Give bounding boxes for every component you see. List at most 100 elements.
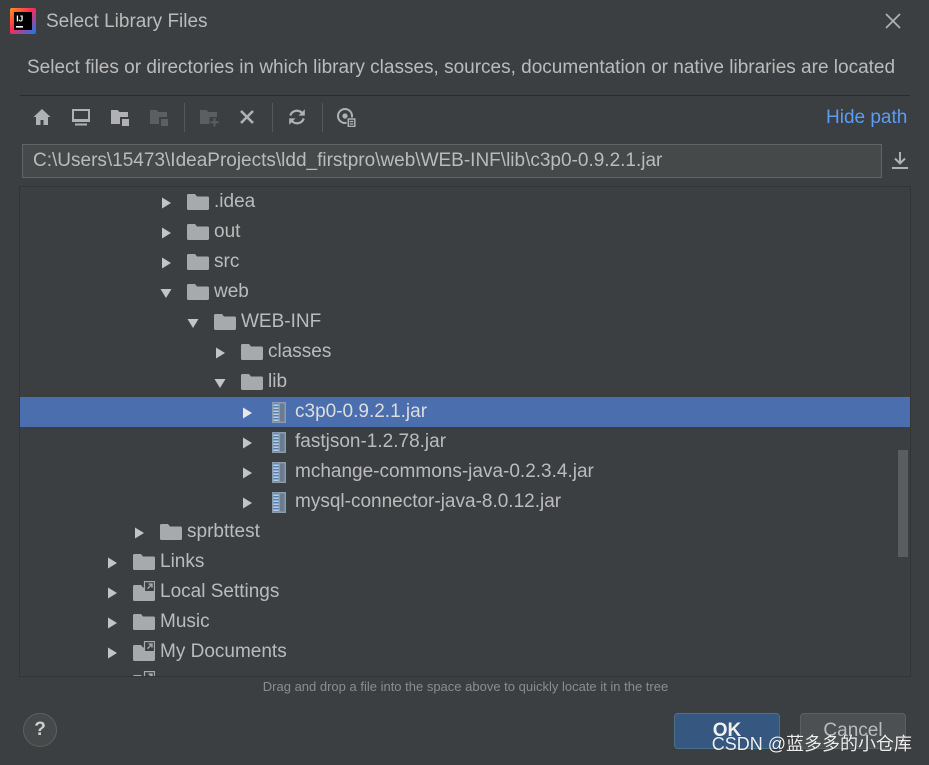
tree-row[interactable]: fastjson-1.2.78.jar: [20, 427, 910, 457]
new-folder-icon: [199, 107, 220, 127]
jar-icon: [268, 461, 290, 483]
collapsed-arrow-icon[interactable]: [241, 466, 253, 479]
tree-row-label: classes: [268, 341, 332, 362]
folder-icon: [133, 551, 155, 573]
folder-link-icon: [133, 641, 156, 663]
title-bar[interactable]: IJ Select Library Files: [0, 0, 929, 44]
tree-row-label: Music: [160, 611, 210, 632]
folder-icon: [241, 371, 263, 393]
tree-row[interactable]: Links: [20, 547, 910, 577]
module-folder-icon: [149, 107, 169, 127]
expanded-arrow-icon[interactable]: [160, 286, 172, 298]
module-folder-button: [146, 104, 172, 130]
drag-drop-hint: Drag and drop a file into the space abov…: [262, 679, 669, 694]
tree-row-label: c3p0-0.9.2.1.jar: [295, 401, 428, 422]
refresh-button[interactable]: [284, 104, 310, 130]
collapsed-arrow-icon[interactable]: [106, 676, 118, 677]
logo-text: IJ: [16, 14, 23, 24]
collapsed-arrow-icon[interactable]: [106, 586, 118, 599]
folder-link-icon: [133, 581, 156, 603]
tree-rows: .idea out src web WEB-INF classes lib c3p0-0.9.…: [20, 187, 910, 677]
folder-icon: [133, 611, 155, 633]
home-button[interactable]: [29, 104, 55, 130]
jar-icon: [268, 431, 290, 453]
toolbar: [0, 100, 929, 136]
desktop-button[interactable]: [68, 104, 94, 130]
tree-row[interactable]: classes: [20, 337, 910, 367]
tree-row-label: Local Settings: [160, 581, 280, 602]
watermark: CSDN @蓝多多的小仓库: [711, 734, 912, 754]
desktop-icon: [71, 107, 91, 127]
toolbar-separator: [322, 103, 323, 132]
delete-button[interactable]: [234, 104, 260, 130]
tree-row-label: mchange-commons-java-0.2.3.4.jar: [295, 461, 594, 482]
tree-row-label: src: [214, 251, 240, 272]
toolbar-separator: [184, 103, 185, 132]
dialog-description: Select files or directories in which lib…: [27, 57, 896, 78]
project-folder-button[interactable]: [107, 104, 133, 130]
tree-row[interactable]: web: [20, 277, 910, 307]
close-icon[interactable]: [885, 13, 901, 29]
toolbar-separator: [272, 103, 273, 132]
tree-row-label: My Documents: [160, 641, 287, 662]
tree-row-label: fastjson-1.2.78.jar: [295, 431, 447, 452]
tree-row-label: mysql-connector-java-8.0.12.jar: [295, 491, 562, 512]
delete-icon: [237, 107, 257, 127]
tree-row[interactable]: out: [20, 217, 910, 247]
jar-icon: [268, 401, 290, 423]
tree-row[interactable]: sprbttest: [20, 517, 910, 547]
download-icon[interactable]: [891, 151, 909, 171]
expanded-arrow-icon[interactable]: [187, 316, 199, 328]
tree-row[interactable]: My Documents: [20, 637, 910, 667]
new-folder-button: [196, 104, 222, 130]
collapsed-arrow-icon[interactable]: [106, 646, 118, 659]
tree-row-selected[interactable]: c3p0-0.9.2.1.jar: [20, 397, 910, 427]
folder-icon: [241, 341, 263, 363]
tree-row-label: web: [214, 281, 249, 302]
folder-icon: [214, 311, 236, 333]
tree-row[interactable]: src: [20, 247, 910, 277]
tree-row[interactable]: WEB-INF: [20, 307, 910, 337]
jar-icon: [268, 491, 290, 513]
tree-row-label: .idea: [214, 191, 256, 212]
collapsed-arrow-icon[interactable]: [214, 346, 226, 359]
tree-row[interactable]: mchange-commons-java-0.2.3.4.jar: [20, 457, 910, 487]
collapsed-arrow-icon[interactable]: [241, 496, 253, 509]
file-tree[interactable]: .idea out src web WEB-INF classes lib c3p0-0.9.…: [19, 186, 911, 677]
collapsed-arrow-icon[interactable]: [241, 436, 253, 449]
divider: [20, 95, 910, 96]
collapsed-arrow-icon[interactable]: [160, 226, 172, 239]
folder-icon: [187, 221, 209, 243]
show-hidden-files-button[interactable]: [333, 104, 359, 130]
path-input[interactable]: [23, 145, 881, 177]
intellij-idea-logo-icon: IJ: [10, 8, 36, 34]
folder-icon: [187, 191, 209, 213]
path-field[interactable]: [22, 144, 882, 178]
help-label: ?: [34, 719, 46, 740]
tree-row[interactable]: Local Settings: [20, 577, 910, 607]
collapsed-arrow-icon[interactable]: [241, 406, 253, 419]
tree-row[interactable]: lib: [20, 367, 910, 397]
refresh-icon: [287, 107, 307, 127]
folder-icon: [187, 281, 209, 303]
project-folder-icon: [110, 107, 130, 127]
collapsed-arrow-icon[interactable]: [160, 256, 172, 269]
tree-row-label: WEB-INF: [241, 311, 322, 332]
dialog-title: Select Library Files: [46, 11, 208, 32]
tree-row[interactable]: mysql-connector-java-8.0.12.jar: [20, 487, 910, 517]
tree-row[interactable]: Music: [20, 607, 910, 637]
tree-row[interactable]: [20, 667, 910, 677]
collapsed-arrow-icon[interactable]: [133, 526, 145, 539]
tree-row[interactable]: .idea: [20, 187, 910, 217]
folder-icon: [187, 251, 209, 273]
expanded-arrow-icon[interactable]: [214, 376, 226, 388]
tree-scrollbar-thumb[interactable]: [898, 450, 908, 557]
help-button[interactable]: ?: [23, 713, 57, 747]
collapsed-arrow-icon[interactable]: [160, 196, 172, 209]
tree-row-label: sprbttest: [187, 521, 260, 542]
hide-path-link[interactable]: Hide path: [826, 106, 907, 130]
folder-link-icon: [133, 671, 156, 676]
collapsed-arrow-icon[interactable]: [106, 616, 118, 629]
home-icon: [32, 107, 52, 127]
collapsed-arrow-icon[interactable]: [106, 556, 118, 569]
